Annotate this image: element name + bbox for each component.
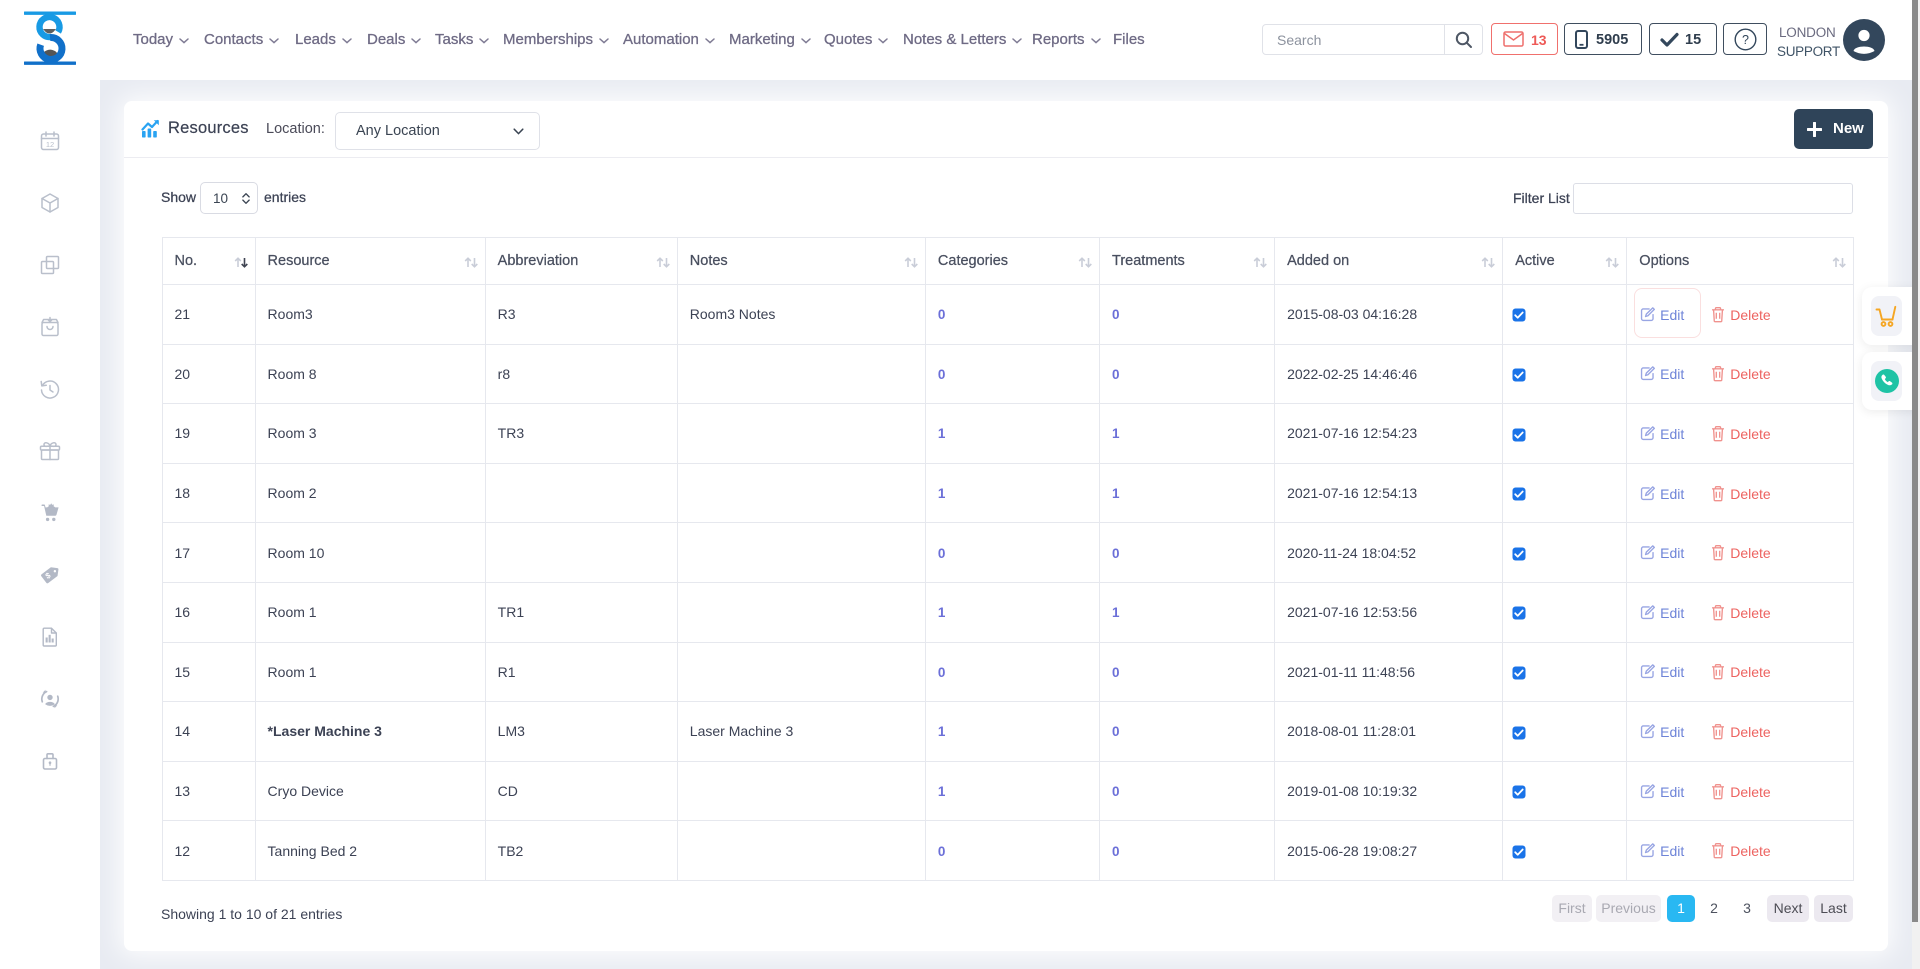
svg-text:?: ? bbox=[1742, 33, 1749, 47]
svg-text:12: 12 bbox=[46, 140, 54, 149]
